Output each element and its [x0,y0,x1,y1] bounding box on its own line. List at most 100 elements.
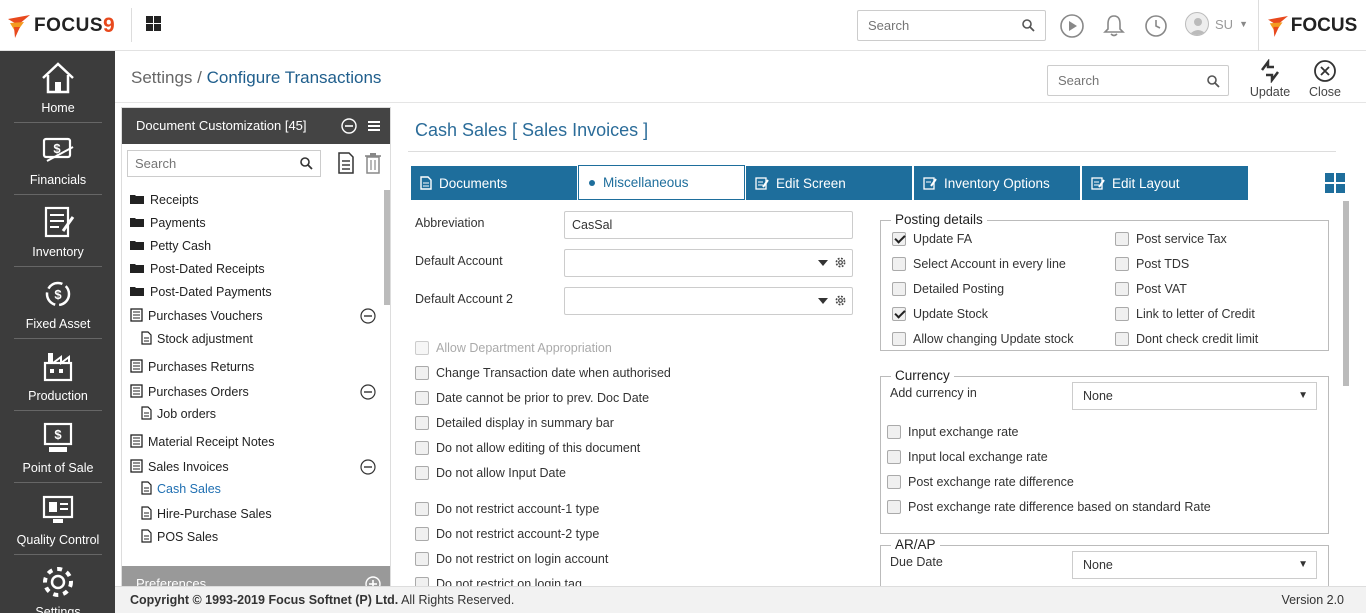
default-account-field[interactable] [564,249,853,277]
checkbox[interactable] [1115,307,1129,321]
checkbox[interactable] [415,502,429,516]
menu-icon[interactable] [367,118,381,134]
posting-option[interactable]: Allow changing Update stock [892,330,1074,348]
tree-node[interactable]: Material Receipt Notes [130,432,382,452]
update-button[interactable]: Update [1246,59,1294,99]
tree-search[interactable] [127,150,321,177]
gear-icon[interactable] [835,257,846,268]
checkbox[interactable] [1115,257,1129,271]
dropdown-caret-icon[interactable] [818,260,828,266]
option-row[interactable]: Allow Department Appropriation [415,339,612,357]
checkbox[interactable] [887,500,901,514]
tree-node[interactable]: Sales Invoices [130,457,382,477]
tree-node[interactable]: Purchases Returns [130,357,382,377]
checkbox[interactable] [415,441,429,455]
abbreviation-field[interactable]: CasSal [564,211,853,239]
tree-node[interactable]: Cash Sales [130,479,382,499]
collapse-icon[interactable] [360,308,376,327]
posting-option[interactable]: Link to letter of Credit [1115,305,1255,323]
checkbox[interactable] [887,425,901,439]
checkbox[interactable] [415,527,429,541]
option-row[interactable]: Do not restrict on login account [415,550,608,568]
tree-node[interactable]: Payments [130,213,382,233]
tab-miscellaneous[interactable]: Miscellaneous [578,165,745,200]
posting-option[interactable]: Update Stock [892,305,988,323]
posting-option[interactable]: Post VAT [1115,280,1187,298]
close-button[interactable]: Close [1301,59,1349,99]
checkbox[interactable] [415,391,429,405]
tree-node[interactable]: Post-Dated Receipts [130,259,382,279]
checkbox[interactable] [887,475,901,489]
search-icon[interactable] [300,157,313,170]
checkbox[interactable] [892,282,906,296]
tab-edit-layout[interactable]: Edit Layout [1082,166,1248,200]
collapse-icon[interactable] [360,459,376,478]
panel-scrollbar[interactable] [1343,201,1349,386]
add-currency-select[interactable]: None ▼ [1072,382,1317,410]
dropdown-caret-icon[interactable] [818,298,828,304]
tab-edit-screen[interactable]: Edit Screen [746,166,912,200]
currency-option[interactable]: Post exchange rate difference based on s… [887,498,1211,516]
posting-option[interactable]: Update FA [892,230,972,248]
checkbox[interactable] [892,257,906,271]
checkbox-checked[interactable] [892,232,906,246]
tree-node[interactable]: Stock adjustment [130,329,382,349]
posting-option[interactable]: Post TDS [1115,255,1189,273]
page-search-input[interactable] [1048,66,1198,95]
tree-node[interactable]: POS Sales [130,527,382,547]
gear-icon[interactable] [835,295,846,306]
checkbox[interactable] [892,332,906,346]
currency-option[interactable]: Input exchange rate [887,423,1019,441]
new-document-icon[interactable] [337,152,355,174]
delete-icon[interactable] [364,152,382,174]
sidebar-item-fixed-asset[interactable]: $ Fixed Asset [14,267,102,339]
currency-option[interactable]: Input local exchange rate [887,448,1048,466]
option-row[interactable]: Change Transaction date when authorised [415,364,671,382]
collapse-all-icon[interactable] [341,118,357,134]
option-row[interactable]: Do not allow Input Date [415,464,566,482]
checkbox[interactable] [415,466,429,480]
tree-node[interactable]: Hire-Purchase Sales [130,504,382,524]
checkbox[interactable] [415,552,429,566]
option-row[interactable]: Detailed display in summary bar [415,414,614,432]
tree-node[interactable]: Purchases Orders [130,382,382,402]
sidebar-item-inventory[interactable]: Inventory [14,195,102,267]
tab-inventory-options[interactable]: Inventory Options [914,166,1080,200]
checkbox-checked[interactable] [892,307,906,321]
checkbox[interactable] [1115,232,1129,246]
posting-option[interactable]: Select Account in every line [892,255,1066,273]
apps-grid-icon[interactable] [146,16,161,31]
option-row[interactable]: Do not allow editing of this document [415,439,640,457]
history-icon[interactable] [1143,13,1169,39]
tab-documents[interactable]: Documents [411,166,577,200]
tree-node[interactable]: Post-Dated Payments [130,282,382,302]
tree-node[interactable]: Purchases Vouchers [130,306,382,326]
collapse-icon[interactable] [360,384,376,403]
default-account2-field[interactable] [564,287,853,315]
sidebar-item-home[interactable]: Home [14,51,102,123]
breadcrumb-root[interactable]: Settings [131,68,192,87]
option-row[interactable]: Do not restrict account-2 type [415,525,599,543]
sidebar-item-quality-control[interactable]: Quality Control [14,483,102,555]
posting-option[interactable]: Post service Tax [1115,230,1227,248]
checkbox[interactable] [415,341,429,355]
sidebar-item-production[interactable]: Production [14,339,102,411]
sidebar-item-settings[interactable]: Settings [14,555,102,613]
tree-search-input[interactable] [128,151,293,176]
option-row[interactable]: Do not restrict account-1 type [415,500,599,518]
search-icon[interactable] [1022,19,1035,32]
sidebar-item-financials[interactable]: $ Financials [14,123,102,195]
global-search[interactable] [857,10,1046,41]
tree-node[interactable]: Petty Cash [130,236,382,256]
checkbox[interactable] [1115,282,1129,296]
checkbox[interactable] [415,416,429,430]
page-search[interactable] [1047,65,1229,96]
posting-option[interactable]: Dont check credit limit [1115,330,1258,348]
tree-scrollbar[interactable] [384,190,390,305]
user-menu[interactable]: SU ▼ [1185,12,1248,36]
tree-node[interactable]: Job orders [130,404,382,424]
due-date-select[interactable]: None ▼ [1072,551,1317,579]
option-row[interactable]: Date cannot be prior to prev. Doc Date [415,389,649,407]
search-icon[interactable] [1207,75,1220,88]
focus9-logo[interactable]: FOCUS 9 [8,10,115,42]
